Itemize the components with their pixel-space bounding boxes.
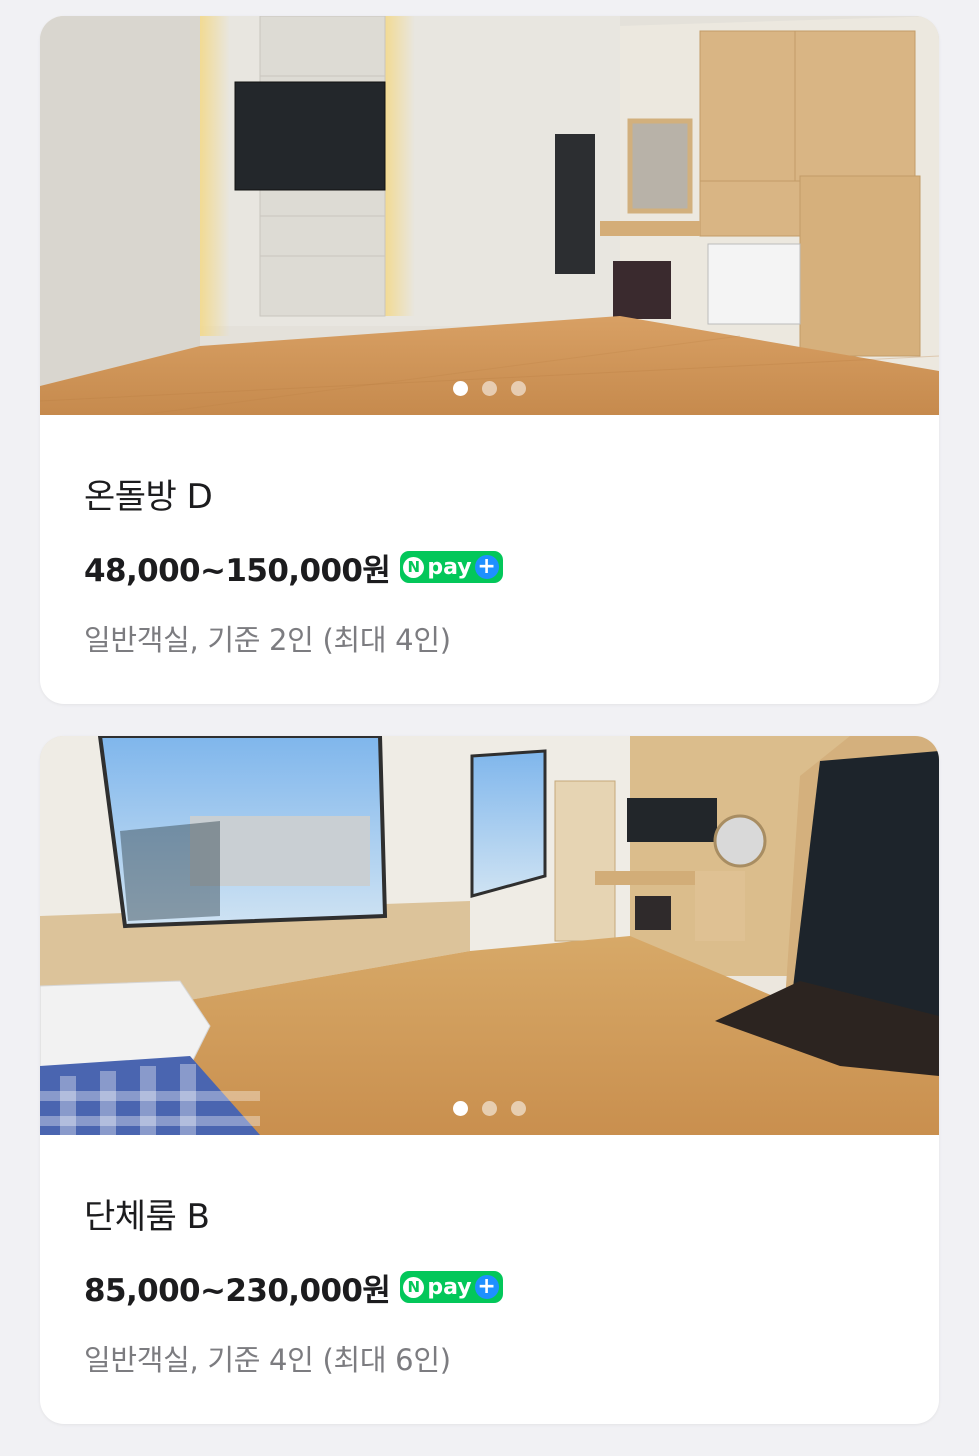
price-row: 85,000~230,000원 N pay + xyxy=(84,1267,939,1309)
room-photo xyxy=(40,16,939,415)
npay-label: pay xyxy=(427,554,472,580)
carousel-dot-active[interactable] xyxy=(453,1101,468,1116)
npay-plus-badge: N pay + xyxy=(400,1271,503,1303)
room-info: 온돌방 D 48,000~150,000원 N pay + 일반객실, 기준 2… xyxy=(40,415,939,704)
room-card[interactable]: 온돌방 D 48,000~150,000원 N pay + 일반객실, 기준 2… xyxy=(40,16,939,704)
room-description: 일반객실, 기준 4인 (최대 6인) xyxy=(84,1343,451,1377)
plus-icon: + xyxy=(474,555,499,579)
npay-n-icon: N xyxy=(403,556,425,578)
npay-n-icon: N xyxy=(403,1276,425,1298)
room-photo xyxy=(40,736,939,1135)
room-photo-carousel[interactable] xyxy=(40,736,939,1135)
room-name: 온돌방 D xyxy=(84,477,213,517)
carousel-dots[interactable] xyxy=(40,1101,939,1116)
room-name: 단체룸 B xyxy=(84,1197,210,1237)
carousel-dot[interactable] xyxy=(511,1101,526,1116)
npay-label: pay xyxy=(427,1274,472,1300)
room-description: 일반객실, 기준 2인 (최대 4인) xyxy=(84,623,451,657)
carousel-dot[interactable] xyxy=(482,1101,497,1116)
room-photo-carousel[interactable] xyxy=(40,16,939,415)
carousel-dots[interactable] xyxy=(40,381,939,396)
carousel-dot-active[interactable] xyxy=(453,381,468,396)
price-row: 48,000~150,000원 N pay + xyxy=(84,547,939,589)
room-info: 단체룸 B 85,000~230,000원 N pay + 일반객실, 기준 4… xyxy=(40,1135,939,1424)
room-price: 85,000~230,000원 xyxy=(84,1272,391,1309)
room-price: 48,000~150,000원 xyxy=(84,552,391,589)
carousel-dot[interactable] xyxy=(511,381,526,396)
room-card[interactable]: 단체룸 B 85,000~230,000원 N pay + 일반객실, 기준 4… xyxy=(40,736,939,1424)
room-list: 온돌방 D 48,000~150,000원 N pay + 일반객실, 기준 2… xyxy=(40,16,939,1456)
plus-icon: + xyxy=(474,1275,499,1299)
npay-plus-badge: N pay + xyxy=(400,551,503,583)
carousel-dot[interactable] xyxy=(482,381,497,396)
